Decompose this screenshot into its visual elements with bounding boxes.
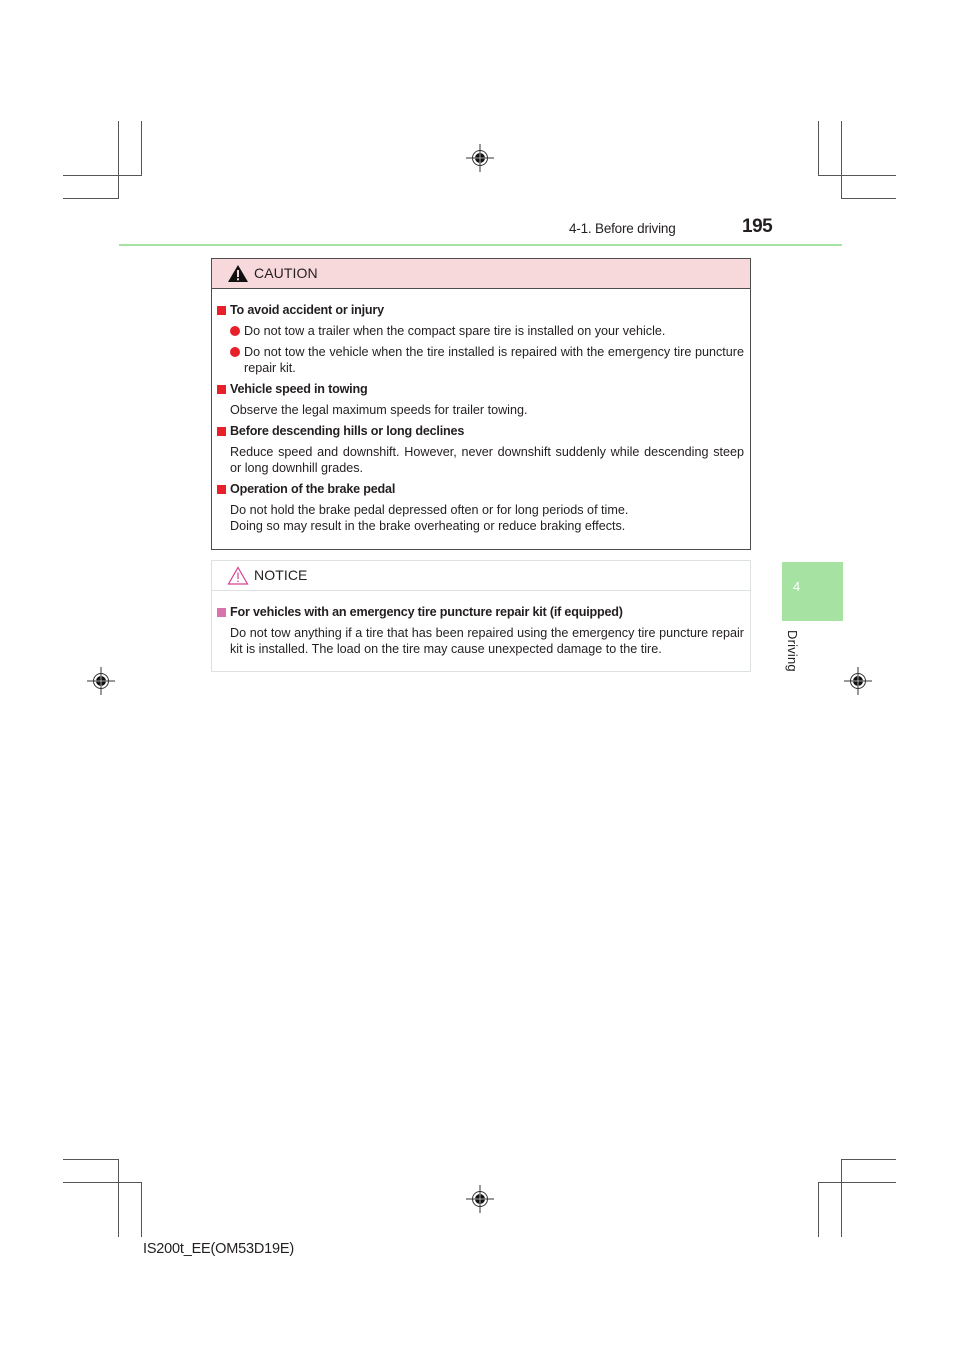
crop-mark [818,1182,819,1237]
chapter-tab [782,562,843,621]
red-dot-bullet-icon [230,347,240,357]
registration-mark-icon [844,667,872,695]
chapter-label: Driving [785,630,800,672]
registration-mark-icon [466,144,494,172]
caution-header: CAUTION [212,259,750,289]
page-number: 195 [742,216,773,237]
document-code: IS200t_EE(OM53D19E) [143,1241,294,1257]
crop-mark [63,175,142,176]
registration-mark-icon [87,667,115,695]
caution-section-heading: Before descending hills or long declines [212,423,744,439]
crop-mark [141,121,142,176]
warning-triangle-icon [228,265,248,282]
notice-text: Do not tow anything if a tire that has b… [230,626,744,656]
red-square-bullet-icon [217,306,226,315]
crop-mark [118,1159,119,1237]
registration-mark-icon [466,1185,494,1213]
red-square-bullet-icon [217,485,226,494]
caution-text: Do not hold the brake pedal depressed of… [230,503,629,533]
crop-mark [63,1182,142,1183]
crop-mark [841,198,896,199]
crop-mark [841,1159,842,1237]
caution-text: Observe the legal maximum speeds for tra… [230,403,528,417]
caution-section-heading: To avoid accident or injury [212,302,744,318]
notice-box: NOTICE For vehicles with an emergency ti… [211,560,751,672]
crop-mark [118,121,119,199]
crop-mark [818,1182,896,1183]
notice-triangle-icon [227,566,249,585]
caution-section-heading: Operation of the brake pedal [212,481,744,497]
caution-title: CAUTION [254,265,318,281]
header-rule [119,244,842,246]
crop-mark [841,121,842,199]
notice-title: NOTICE [254,567,308,583]
pink-square-bullet-icon [217,608,226,617]
caution-box: CAUTION To avoid accident or injury Do n… [211,258,751,550]
red-square-bullet-icon [217,427,226,436]
red-dot-bullet-icon [230,326,240,336]
crop-mark [63,198,119,199]
caution-bullet: Do not tow a trailer when the compact sp… [212,323,744,339]
crop-mark [818,121,819,176]
caution-bullet: Do not tow the vehicle when the tire ins… [212,344,744,376]
notice-section-heading: For vehicles with an emergency tire punc… [212,604,744,620]
notice-header: NOTICE [212,561,750,591]
crop-mark [141,1182,142,1237]
caution-section-heading: Vehicle speed in towing [212,381,744,397]
crop-mark [63,1159,119,1160]
crop-mark [841,1159,896,1160]
chapter-number: 4 [793,579,801,594]
caution-text: Reduce speed and downshift. However, nev… [230,445,744,475]
section-title: 4-1. Before driving [569,221,676,236]
crop-mark [818,175,896,176]
red-square-bullet-icon [217,385,226,394]
